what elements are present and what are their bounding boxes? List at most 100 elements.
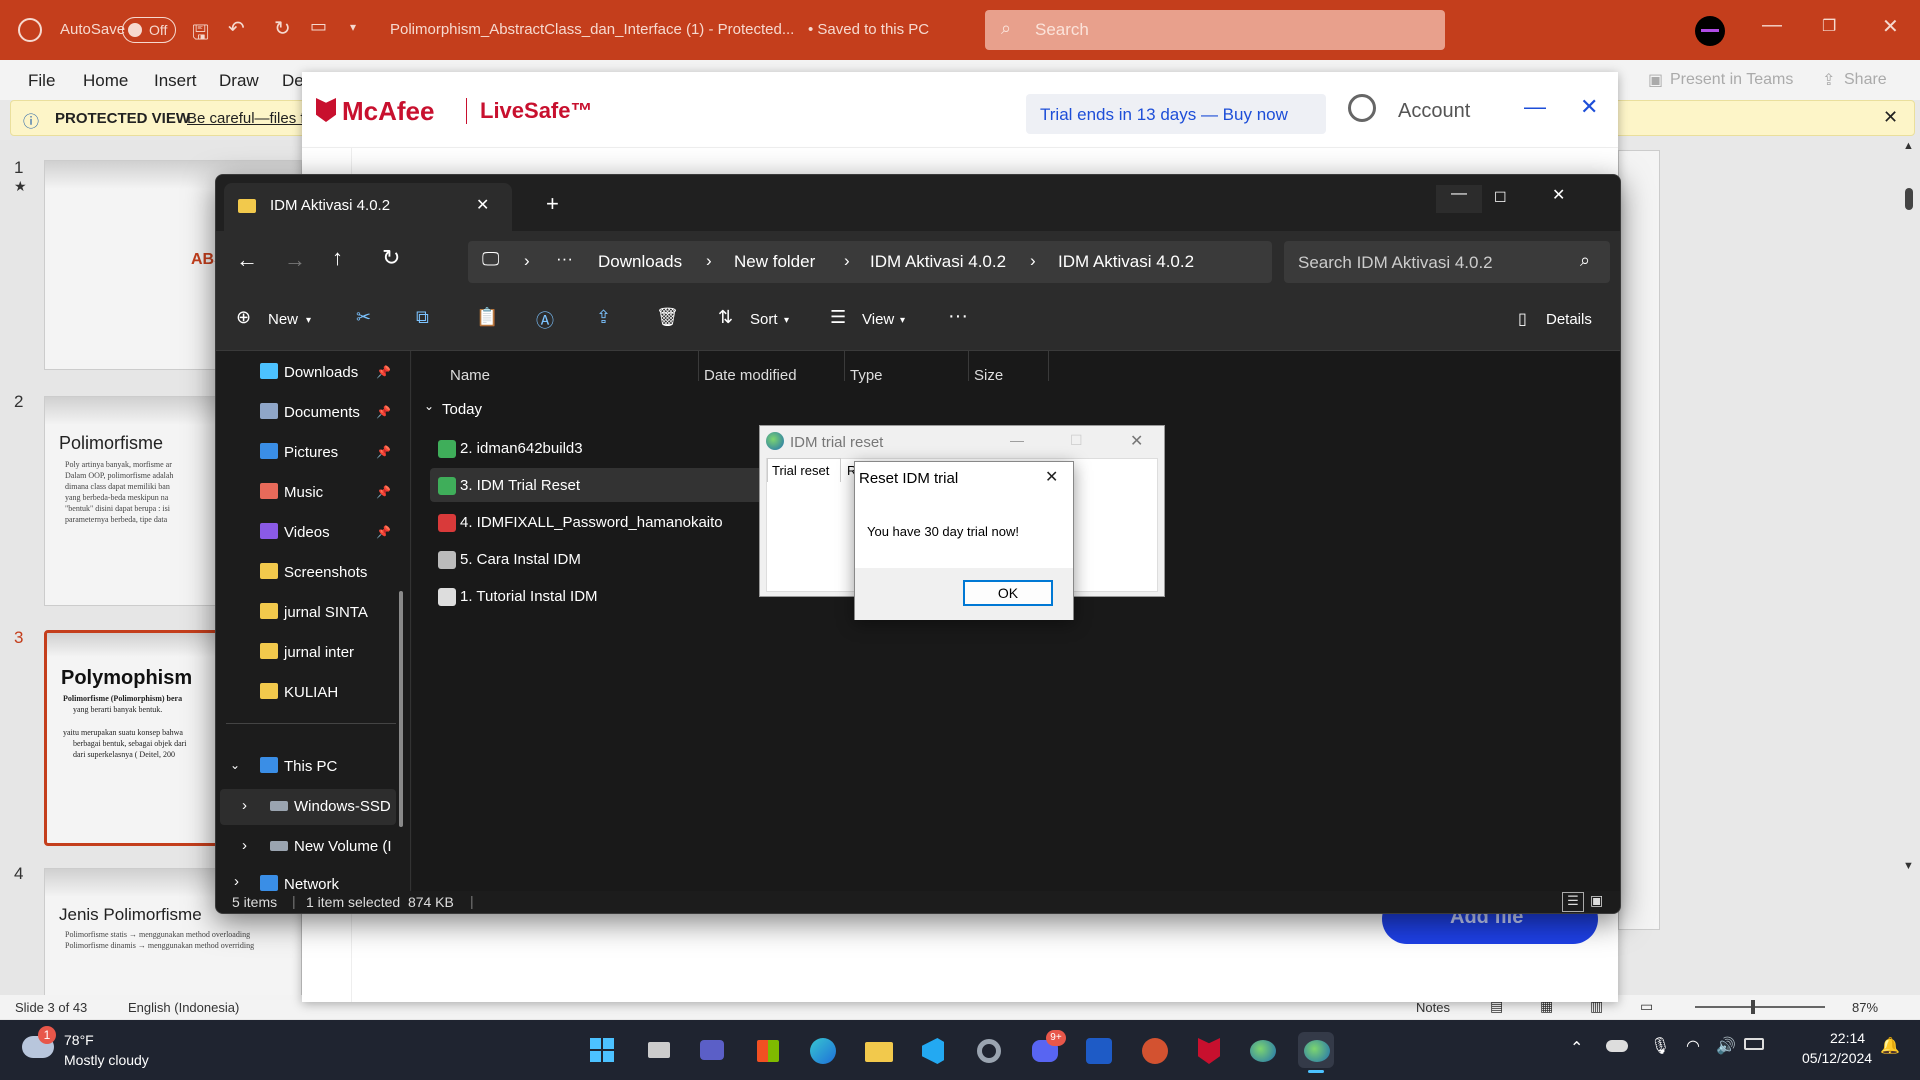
save-icon[interactable]: 🖫 bbox=[192, 18, 209, 52]
show-hidden-icons-icon[interactable]: ⌃ bbox=[1570, 1038, 1583, 1058]
powerpoint-icon[interactable] bbox=[1136, 1032, 1172, 1068]
nav-item-kuliah[interactable]: KULIAH bbox=[216, 675, 406, 711]
breadcrumb-idm-2[interactable]: IDM Aktivasi 4.0.2 bbox=[1058, 252, 1194, 272]
nav-item-downloads[interactable]: Downloads 📌 bbox=[216, 355, 406, 391]
new-button[interactable]: New bbox=[268, 311, 298, 328]
tab-insert[interactable]: Insert bbox=[154, 71, 197, 91]
close-icon[interactable]: ✕ bbox=[1882, 14, 1899, 39]
volume-icon[interactable]: 🔊 bbox=[1716, 1036, 1736, 1056]
nav-item-videos[interactable]: Videos 📌 bbox=[216, 515, 406, 551]
restore-icon[interactable]: ❐ bbox=[1822, 16, 1836, 36]
nav-new-volume[interactable]: › New Volume (I bbox=[216, 829, 406, 865]
back-icon[interactable]: ← bbox=[236, 247, 258, 273]
nav-item-screenshots[interactable]: Screenshots bbox=[216, 555, 406, 591]
details-pane-icon[interactable]: ▯ bbox=[1518, 309, 1527, 329]
idm-maximize-icon[interactable]: ☐ bbox=[1070, 432, 1083, 449]
ok-button[interactable]: OK bbox=[963, 580, 1053, 606]
scroll-down-icon[interactable]: ▼ bbox=[1903, 860, 1914, 872]
new-tab-icon[interactable]: + bbox=[546, 191, 559, 217]
nav-item-documents[interactable]: Documents 📌 bbox=[216, 395, 406, 431]
tiles-view-icon[interactable]: ▣ bbox=[1590, 892, 1603, 909]
teams-icon[interactable] bbox=[694, 1032, 730, 1068]
language-indicator[interactable]: English (Indonesia) bbox=[128, 1000, 239, 1015]
battery-icon[interactable] bbox=[1744, 1038, 1764, 1050]
notifications-icon[interactable]: 🔔 bbox=[1880, 1036, 1900, 1056]
nav-windows-ssd[interactable]: › Windows-SSD bbox=[220, 789, 396, 825]
onedrive-icon[interactable] bbox=[1606, 1040, 1628, 1052]
autosave-toggle[interactable]: Off bbox=[122, 17, 176, 43]
clock-date[interactable]: 05/12/2024 bbox=[1802, 1050, 1872, 1066]
chevron-right-icon[interactable]: › bbox=[242, 797, 247, 814]
nav-item-pictures[interactable]: Pictures 📌 bbox=[216, 435, 406, 471]
user-avatar[interactable] bbox=[1695, 16, 1725, 46]
customize-qat-icon[interactable]: ▾ bbox=[350, 20, 356, 34]
explorer-minimize-icon[interactable]: — bbox=[1436, 185, 1482, 213]
task-view-icon[interactable] bbox=[640, 1032, 676, 1068]
sort-icon[interactable]: ⇅ bbox=[718, 307, 733, 328]
protected-close-icon[interactable]: ✕ bbox=[1883, 107, 1898, 128]
view-button[interactable]: View bbox=[862, 311, 894, 328]
group-collapse-icon[interactable]: ⌄ bbox=[424, 399, 434, 413]
chevron-down-icon[interactable]: ▾ bbox=[306, 315, 311, 326]
idm-active-icon[interactable] bbox=[1298, 1032, 1334, 1073]
wifi-icon[interactable]: ◠ bbox=[1686, 1036, 1700, 1056]
settings-icon[interactable] bbox=[970, 1032, 1006, 1068]
idm-close-icon[interactable]: ✕ bbox=[1130, 431, 1143, 451]
chevron-right-icon[interactable]: › bbox=[242, 837, 247, 854]
store-icon[interactable] bbox=[750, 1032, 786, 1068]
tab-design[interactable]: De bbox=[282, 71, 304, 91]
column-header-date[interactable]: Date modified bbox=[704, 367, 797, 384]
pin-icon[interactable]: 📌 bbox=[376, 365, 391, 379]
pin-icon[interactable]: 📌 bbox=[376, 445, 391, 459]
breadcrumb-new-folder[interactable]: New folder bbox=[734, 252, 815, 272]
explorer-close-icon[interactable]: ✕ bbox=[1552, 185, 1565, 205]
mcafee-icon[interactable] bbox=[1190, 1032, 1226, 1068]
nav-scrollbar[interactable] bbox=[399, 591, 403, 827]
explorer-maximize-icon[interactable]: ☐ bbox=[1494, 189, 1507, 206]
edge-icon[interactable] bbox=[804, 1032, 840, 1068]
column-header-name[interactable]: Name bbox=[450, 367, 490, 384]
more-locations-icon[interactable]: ··· bbox=[556, 249, 573, 269]
view-icon[interactable]: ☰ bbox=[830, 307, 846, 328]
word-icon[interactable] bbox=[1080, 1032, 1116, 1068]
cut-icon[interactable]: ✂ bbox=[356, 307, 371, 328]
scroll-up-icon[interactable]: ▲ bbox=[1903, 140, 1914, 152]
file-explorer-icon[interactable] bbox=[860, 1032, 896, 1068]
mcafee-close-icon[interactable]: ✕ bbox=[1580, 94, 1598, 120]
column-header-type[interactable]: Type bbox=[850, 367, 883, 384]
zoom-level[interactable]: 87% bbox=[1852, 1000, 1878, 1015]
new-plus-icon[interactable]: ⊕ bbox=[236, 307, 251, 328]
column-header-size[interactable]: Size bbox=[974, 367, 1003, 384]
zoom-slider[interactable] bbox=[1695, 1000, 1825, 1014]
details-button[interactable]: Details bbox=[1546, 311, 1592, 328]
address-bar[interactable]: 🖵 › ··· Downloads › New folder › IDM Akt… bbox=[468, 241, 1272, 283]
tab-close-icon[interactable]: ✕ bbox=[476, 195, 489, 215]
nav-item-jurnal-inter[interactable]: jurnal inter bbox=[216, 635, 406, 671]
pin-icon[interactable]: 📌 bbox=[376, 405, 391, 419]
up-icon[interactable]: ↑ bbox=[332, 245, 343, 271]
paste-icon[interactable]: 📋 bbox=[476, 307, 498, 328]
nav-item-music[interactable]: Music 📌 bbox=[216, 475, 406, 511]
minimize-icon[interactable]: — bbox=[1762, 14, 1782, 37]
tab-file[interactable]: File bbox=[28, 71, 55, 91]
details-view-icon[interactable]: ☰ bbox=[1562, 892, 1584, 912]
protected-view-message[interactable]: Be careful—files f bbox=[187, 110, 305, 127]
notes-button[interactable]: Notes bbox=[1416, 1000, 1450, 1015]
chevron-down-icon[interactable]: ⌄ bbox=[230, 758, 240, 772]
scroll-thumb[interactable] bbox=[1905, 188, 1913, 210]
tab-draw[interactable]: Draw bbox=[219, 71, 259, 91]
more-options-icon[interactable]: ··· bbox=[948, 305, 968, 328]
account-label[interactable]: Account bbox=[1398, 100, 1470, 123]
share-icon[interactable]: ⇪ bbox=[596, 307, 611, 328]
forward-icon[interactable]: → bbox=[284, 247, 306, 273]
slideshow-icon[interactable]: ▭ bbox=[1640, 998, 1653, 1015]
idm-minimize-icon[interactable]: — bbox=[1010, 432, 1024, 448]
nav-network[interactable]: › Network bbox=[216, 867, 406, 891]
pin-icon[interactable]: 📌 bbox=[376, 485, 391, 499]
sort-button[interactable]: Sort bbox=[750, 311, 778, 328]
share-button[interactable]: ⇪ Share bbox=[1818, 66, 1906, 94]
pin-icon[interactable]: 📌 bbox=[376, 525, 391, 539]
refresh-icon[interactable]: ↻ bbox=[382, 245, 400, 271]
vscode-icon[interactable] bbox=[914, 1032, 950, 1068]
vertical-scrollbar[interactable]: ▲ ▼ bbox=[1900, 140, 1918, 920]
